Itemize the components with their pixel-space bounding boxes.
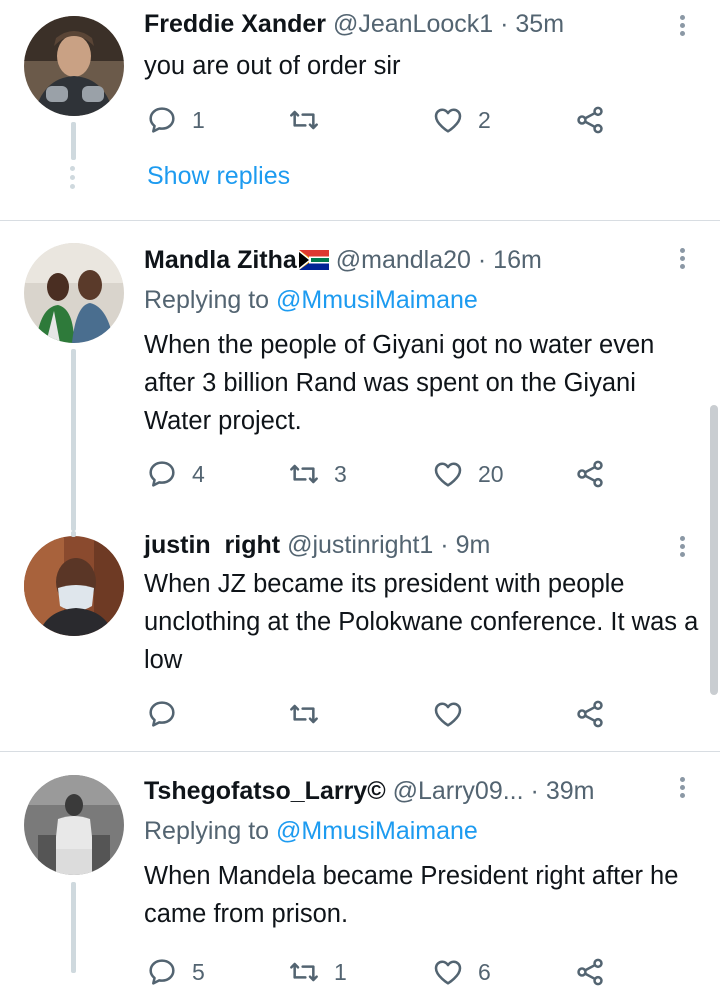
author-name[interactable]: Freddie Xander (144, 10, 326, 38)
avatar[interactable] (24, 243, 124, 343)
retweet-icon (290, 962, 318, 982)
thread-line (71, 349, 76, 531)
south-africa-flag-icon (298, 250, 329, 270)
avatar[interactable] (24, 16, 124, 116)
share-icon (577, 700, 603, 728)
retweet-button[interactable]: 3 (288, 454, 347, 494)
retweet-icon (290, 704, 318, 724)
tweet-text: you are out of order sir (144, 52, 401, 80)
timestamp[interactable]: 16m (493, 246, 542, 274)
scrollbar[interactable] (710, 405, 718, 695)
tweet-1[interactable]: Freddie Xander @JeanLoock1 · 35m you are… (0, 0, 720, 220)
author-handle[interactable]: @Larry09... (393, 777, 524, 805)
share-icon (577, 958, 603, 986)
reply-icon (149, 461, 175, 487)
tweet-3[interactable]: justin right @justinright1 · 9m When JZ … (0, 531, 720, 751)
retweet-icon (290, 464, 318, 484)
reply-icon (149, 701, 175, 727)
more-icon[interactable] (672, 774, 692, 804)
more-icon[interactable] (672, 12, 692, 42)
thread-gap-dots (70, 166, 76, 193)
reply-button[interactable] (146, 694, 192, 734)
share-button[interactable] (574, 694, 606, 734)
retweet-count: 3 (334, 460, 347, 487)
author-handle[interactable]: @mandla20 (336, 246, 471, 274)
replying-to: Replying to @MmusiMaimane (144, 286, 478, 315)
like-icon (434, 462, 462, 487)
replying-mention[interactable]: @MmusiMaimane (276, 817, 478, 845)
separator-dot: · (500, 10, 509, 38)
reply-icon (149, 107, 175, 133)
share-button[interactable] (574, 952, 606, 992)
tweet-text: When the people of Giyani got no water e… (144, 331, 655, 435)
retweet-button[interactable] (288, 694, 334, 734)
share-button[interactable] (574, 454, 606, 494)
share-button[interactable] (574, 100, 606, 140)
replying-mention[interactable]: @MmusiMaimane (276, 286, 478, 314)
like-icon (434, 108, 462, 133)
tweet-2[interactable]: Mandla Zitha @mandla20 · 16m Replying to… (0, 221, 720, 531)
like-count: 20 (478, 460, 504, 487)
replying-to: Replying to @MmusiMaimane (144, 817, 478, 846)
share-icon (577, 460, 603, 488)
reply-button[interactable]: 4 (146, 454, 205, 494)
like-count: 6 (478, 958, 491, 985)
avatar[interactable] (24, 775, 124, 875)
tweet-header: Freddie Xander @JeanLoock1 · 35m (144, 10, 564, 39)
like-button[interactable] (432, 694, 478, 734)
like-button[interactable]: 2 (432, 100, 491, 140)
reply-count: 1 (192, 106, 205, 133)
share-icon (577, 106, 603, 134)
tweet-header: justin right @justinright1 · 9m (144, 531, 490, 560)
author-name[interactable]: Mandla Zitha (144, 246, 297, 274)
timestamp[interactable]: 39m (546, 777, 595, 805)
reply-count: 5 (192, 958, 205, 985)
thread-line (71, 122, 76, 160)
like-button[interactable]: 6 (432, 952, 491, 992)
retweet-icon (290, 110, 318, 130)
replying-prefix: Replying to (144, 817, 270, 845)
reply-button[interactable]: 1 (146, 100, 205, 140)
reply-icon (149, 959, 175, 985)
separator-dot: · (440, 531, 449, 559)
separator-dot: · (530, 777, 539, 805)
like-icon (434, 960, 462, 985)
avatar[interactable] (24, 536, 124, 636)
like-icon (434, 702, 462, 727)
thread-line (71, 882, 76, 973)
more-icon[interactable] (672, 245, 692, 275)
retweet-count: 1 (334, 958, 347, 985)
replying-prefix: Replying to (144, 286, 270, 314)
retweet-button[interactable]: 1 (288, 952, 347, 992)
tweet-4[interactable]: Tshegofatso_Larry© @Larry09... · 39m Rep… (0, 752, 720, 986)
like-button[interactable]: 20 (432, 454, 504, 494)
thread-line (71, 531, 76, 537)
tweet-header: Tshegofatso_Larry© @Larry09... · 39m (144, 777, 594, 806)
timestamp[interactable]: 9m (456, 531, 491, 559)
tweet-text: When JZ became its president with people… (144, 570, 699, 674)
like-count: 2 (478, 106, 491, 133)
reply-button[interactable]: 5 (146, 952, 205, 992)
retweet-button[interactable] (288, 100, 334, 140)
reply-count: 4 (192, 460, 205, 487)
author-name[interactable]: justin right (144, 531, 280, 559)
more-icon[interactable] (672, 533, 692, 563)
separator-dot: · (477, 246, 487, 274)
show-replies-link[interactable]: Show replies (147, 162, 290, 191)
author-handle[interactable]: @justinright1 (287, 531, 433, 559)
author-name[interactable]: Tshegofatso_Larry© (144, 777, 386, 805)
tweet-header: Mandla Zitha @mandla20 · 16m (144, 246, 542, 275)
author-handle[interactable]: @JeanLoock1 (333, 10, 493, 38)
tweet-text: When Mandela became President right afte… (144, 862, 679, 928)
timestamp[interactable]: 35m (515, 10, 564, 38)
